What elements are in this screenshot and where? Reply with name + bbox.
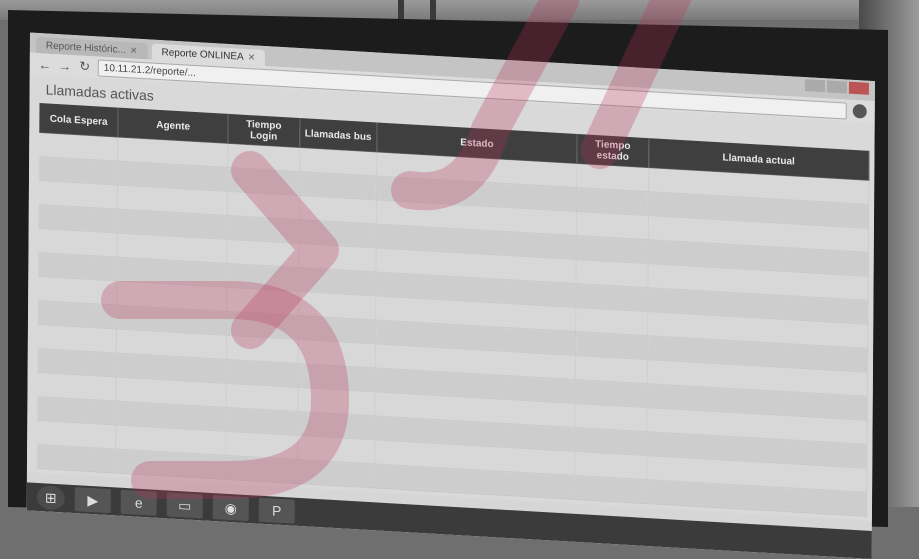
monitor-bezel: Reporte Históric... ✕ Reporte ONLINEA ✕ … xyxy=(8,10,888,559)
minimize-button[interactable] xyxy=(804,79,825,93)
page-content: Llamadas activas Cola Espera Agente Tiem… xyxy=(26,74,875,522)
table-cell xyxy=(296,459,375,488)
powerpoint-icon[interactable]: P xyxy=(258,497,295,524)
file-explorer-icon[interactable]: ▭ xyxy=(166,492,203,519)
browser-menu-icon[interactable] xyxy=(852,103,867,119)
column-header: Cola Espera xyxy=(39,103,119,138)
tab-label: Reporte Históric... xyxy=(45,39,126,56)
table-body xyxy=(36,133,869,517)
column-header: Tiempo estado xyxy=(576,134,649,169)
internet-explorer-icon[interactable]: e xyxy=(120,489,157,516)
table-cell xyxy=(115,448,226,480)
chrome-icon[interactable]: ◉ xyxy=(212,495,249,522)
column-header: Tiempo Login xyxy=(227,113,300,149)
column-header: Llamadas bus xyxy=(299,118,378,153)
table-cell xyxy=(36,444,117,473)
media-player-icon[interactable]: ▶ xyxy=(74,487,111,514)
maximize-button[interactable] xyxy=(826,80,847,94)
monitor-screen: Reporte Históric... ✕ Reporte ONLINEA ✕ … xyxy=(26,32,875,559)
table-cell xyxy=(225,455,298,484)
active-calls-table: Cola Espera Agente Tiempo Login Llamadas… xyxy=(36,103,870,517)
back-icon[interactable]: ← xyxy=(38,56,52,72)
close-icon[interactable]: ✕ xyxy=(130,45,138,56)
tab-label: Reporte ONLINEA xyxy=(161,46,244,63)
close-icon[interactable]: ✕ xyxy=(248,52,256,63)
forward-icon[interactable]: → xyxy=(58,58,72,74)
table-cell xyxy=(574,475,647,504)
window-controls xyxy=(804,79,869,95)
reload-icon[interactable]: ↻ xyxy=(78,58,92,75)
close-window-button[interactable] xyxy=(848,81,869,95)
